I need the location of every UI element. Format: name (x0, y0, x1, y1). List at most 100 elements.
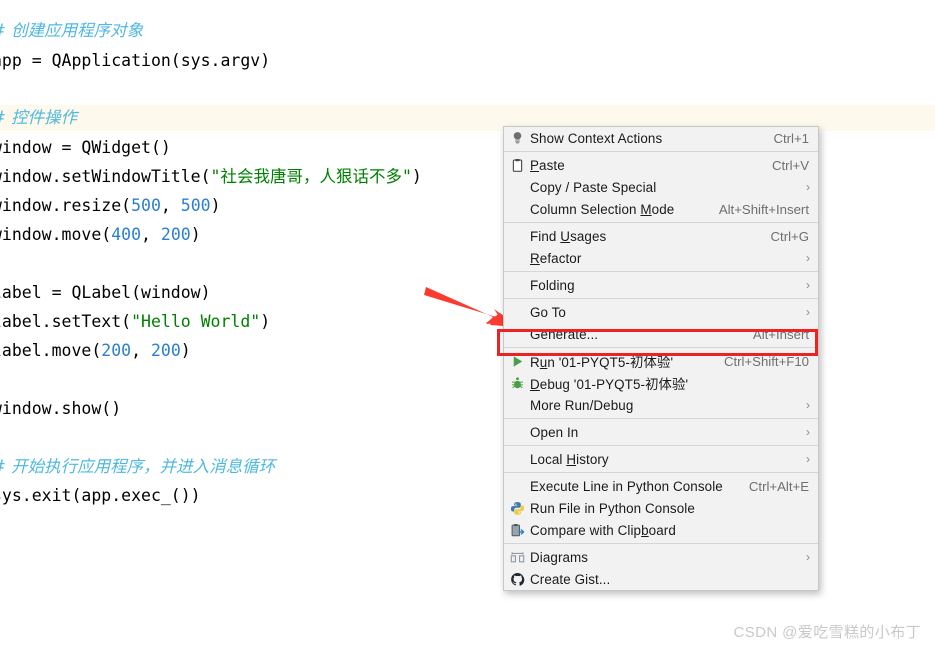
no-icon (504, 394, 530, 416)
menu-item-label: Execute Line in Python Console (530, 478, 723, 494)
code-token: 400 (111, 225, 142, 244)
menu-item-compare-with-clipboard[interactable]: Compare with Clipboard (504, 519, 818, 541)
menu-item-shortcut: Alt+Insert (752, 326, 809, 342)
no-icon (504, 247, 530, 269)
menu-item-shortcut: Ctrl+G (770, 228, 809, 244)
menu-item-go-to[interactable]: Go To › (504, 301, 818, 323)
menu-item-open-in[interactable]: Open In › (504, 421, 818, 443)
menu-item-paste[interactable]: Paste Ctrl+V (504, 154, 818, 176)
chevron-right-icon: › (806, 452, 810, 466)
menu-item-label: Find Usages (530, 228, 607, 244)
code-line[interactable]: # 创建应用程序对象 (0, 18, 935, 44)
menu-item-diagrams[interactable]: Diagrams › (504, 546, 818, 568)
menu-item-shortcut: Ctrl+Shift+F10 (723, 353, 809, 369)
code-token: window.setWindowTitle( (0, 167, 211, 186)
menu-item-shortcut: Ctrl+V (771, 157, 809, 173)
debug-bug-icon (504, 372, 530, 394)
clipboard-paste-icon (504, 154, 530, 176)
no-icon (504, 301, 530, 323)
code-token: app = QApplication(sys.argv) (0, 51, 271, 70)
code-token: , (141, 225, 161, 244)
code-token: 200 (150, 341, 181, 360)
editor-context-menu[interactable]: Show Context Actions Ctrl+1 Paste Ctrl+V Cop… (503, 126, 819, 591)
menu-separator (504, 472, 818, 473)
menu-item-label: Debug '01-PYQT5-初体验' (530, 377, 689, 392)
menu-item-label: More Run/Debug (530, 397, 634, 413)
menu-item-label: Diagrams (530, 549, 589, 565)
chevron-right-icon: › (806, 305, 810, 319)
menu-item-label: Generate... (530, 326, 599, 342)
menu-item-run-file-in-python-console[interactable]: Run File in Python Console (504, 497, 818, 519)
chevron-right-icon: › (806, 550, 810, 564)
menu-item-debug-01-pyqt5[interactable]: Debug '01-PYQT5-初体验' (504, 372, 818, 394)
code-line[interactable]: app = QApplication(sys.argv) (0, 48, 935, 74)
compare-clipboard-icon (504, 519, 530, 541)
no-icon (504, 323, 530, 345)
no-icon (504, 274, 530, 296)
menu-item-label: Compare with Clipboard (530, 522, 676, 538)
menu-item-more-run-debug[interactable]: More Run/Debug › (504, 394, 818, 416)
menu-item-label: Folding (530, 277, 575, 293)
code-token: ) (411, 167, 422, 186)
python-icon (504, 497, 530, 519)
chevron-right-icon: › (806, 180, 810, 194)
menu-item-column-selection-mode[interactable]: Column Selection Mode Alt+Shift+Insert (504, 198, 818, 220)
no-icon (504, 176, 530, 198)
menu-item-label: Go To (530, 304, 566, 320)
lightbulb-icon (504, 127, 530, 149)
chevron-right-icon: › (806, 251, 810, 265)
code-token: 200 (101, 341, 132, 360)
menu-item-execute-line-in-python-console[interactable]: Execute Line in Python Console Ctrl+Alt+E (504, 475, 818, 497)
code-token: # 控件操作 (0, 108, 78, 127)
menu-item-refactor[interactable]: Refactor › (504, 247, 818, 269)
code-token: label = QLabel(window) (0, 283, 211, 302)
code-token: 200 (160, 225, 191, 244)
code-token: , (160, 196, 181, 215)
code-token: # 创建应用程序对象 (0, 21, 144, 40)
code-line[interactable] (0, 78, 935, 104)
menu-item-generate[interactable]: Generate... Alt+Insert (504, 323, 818, 345)
menu-separator (504, 347, 818, 348)
github-icon (504, 568, 530, 590)
code-token: label.move( (0, 341, 102, 360)
menu-item-label: Copy / Paste Special (530, 179, 657, 195)
chevron-right-icon: › (806, 425, 810, 439)
menu-item-label: Paste (530, 157, 565, 173)
code-token: ) (180, 341, 191, 360)
code-token: window.move( (0, 225, 112, 244)
menu-item-label: Show Context Actions (530, 130, 663, 146)
menu-item-shortcut: Alt+Shift+Insert (718, 201, 809, 217)
code-token: 500 (131, 196, 161, 215)
code-token: ) (190, 225, 201, 244)
menu-separator (504, 543, 818, 544)
diagrams-icon (504, 546, 530, 568)
csdn-watermark: CSDN @爱吃雪糕的小布丁 (733, 624, 921, 641)
menu-item-label: Run File in Python Console (530, 500, 695, 516)
menu-item-folding[interactable]: Folding › (504, 274, 818, 296)
menu-item-create-gist[interactable]: Create Gist... (504, 568, 818, 590)
no-icon (504, 475, 530, 497)
menu-item-copy-paste-special[interactable]: Copy / Paste Special › (504, 176, 818, 198)
code-token: ) (260, 312, 271, 331)
menu-item-run-01-pyqt5[interactable]: Run '01-PYQT5-初体验' Ctrl+Shift+F10 (504, 350, 818, 372)
no-icon (504, 198, 530, 220)
code-token: , (131, 341, 151, 360)
menu-item-show-context-actions[interactable]: Show Context Actions Ctrl+1 (504, 127, 818, 149)
menu-separator (504, 445, 818, 446)
menu-item-label: Refactor (530, 250, 582, 266)
run-play-icon (504, 350, 530, 372)
screenshot-root: # 创建应用程序对象 app = QApplication(sys.argv) # … (0, 0, 935, 652)
code-token: window.show() (0, 399, 122, 418)
menu-separator (504, 418, 818, 419)
code-token: window.resize( (0, 196, 132, 215)
code-token: ) (210, 196, 221, 215)
menu-item-label: Create Gist... (530, 571, 611, 587)
menu-separator (504, 271, 818, 272)
menu-item-label: Open In (530, 424, 579, 440)
no-icon (504, 225, 530, 247)
code-token: # 开始执行应用程序，并进入消息循环 (0, 457, 276, 476)
menu-item-label: Run '01-PYQT5-初体验' (530, 355, 674, 370)
menu-item-local-history[interactable]: Local History › (504, 448, 818, 470)
menu-item-find-usages[interactable]: Find Usages Ctrl+G (504, 225, 818, 247)
code-token: 500 (180, 196, 211, 215)
